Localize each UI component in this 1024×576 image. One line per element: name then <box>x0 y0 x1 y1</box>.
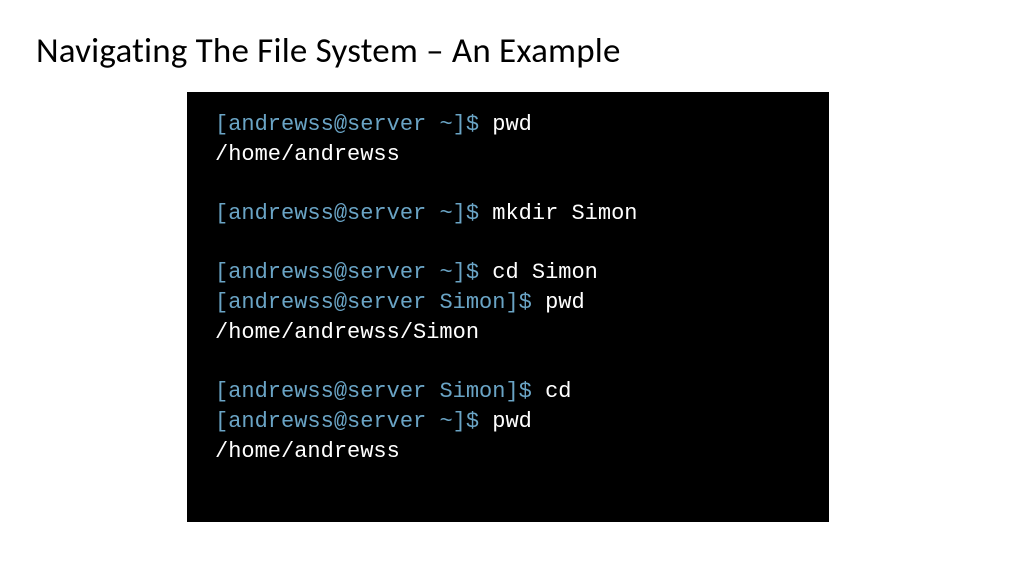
terminal-prompt: [andrewss@server ~]$ <box>215 409 479 434</box>
terminal-line: [andrewss@server ~]$ mkdir Simon <box>215 199 801 229</box>
terminal-command: cd Simon <box>479 260 598 285</box>
terminal-command: cd <box>532 379 572 404</box>
terminal-command: pwd <box>479 409 532 434</box>
terminal-window: [andrewss@server ~]$ pwd/home/andrewss [… <box>187 92 829 522</box>
terminal-line: /home/andrewss <box>215 437 801 467</box>
terminal-line: /home/andrewss/Simon <box>215 318 801 348</box>
terminal-output: /home/andrewss <box>215 439 400 464</box>
terminal-output: /home/andrewss/Simon <box>215 320 479 345</box>
terminal-line: /home/andrewss <box>215 140 801 170</box>
terminal-prompt: [andrewss@server Simon]$ <box>215 290 532 315</box>
terminal-line: [andrewss@server Simon]$ pwd <box>215 288 801 318</box>
terminal-prompt: [andrewss@server ~]$ <box>215 112 479 137</box>
terminal-line <box>215 348 801 378</box>
terminal-line: [andrewss@server ~]$ cd Simon <box>215 258 801 288</box>
terminal-line <box>215 229 801 259</box>
terminal-line: [andrewss@server Simon]$ cd <box>215 377 801 407</box>
terminal-output: /home/andrewss <box>215 142 400 167</box>
terminal-line: [andrewss@server ~]$ pwd <box>215 407 801 437</box>
terminal-command: mkdir Simon <box>479 201 637 226</box>
terminal-line: [andrewss@server ~]$ pwd <box>215 110 801 140</box>
slide-title: Navigating The File System – An Example <box>36 30 621 72</box>
terminal-command: pwd <box>479 112 532 137</box>
terminal-command: pwd <box>532 290 585 315</box>
terminal-prompt: [andrewss@server Simon]$ <box>215 379 532 404</box>
terminal-line <box>215 169 801 199</box>
terminal-prompt: [andrewss@server ~]$ <box>215 201 479 226</box>
terminal-prompt: [andrewss@server ~]$ <box>215 260 479 285</box>
